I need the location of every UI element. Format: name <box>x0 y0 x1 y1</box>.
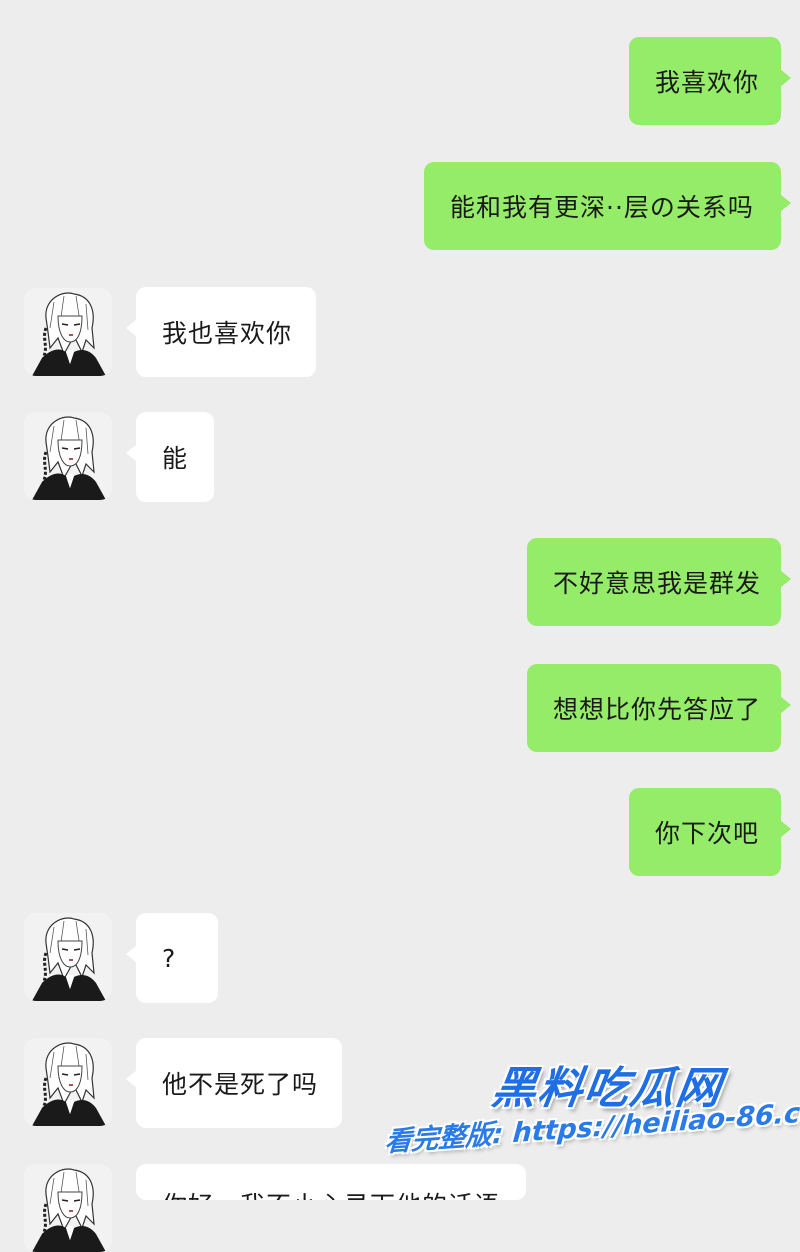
outgoing-message[interactable]: 我喜欢你 <box>629 37 791 125</box>
message-text: 能 <box>162 444 189 473</box>
contact-avatar[interactable] <box>24 1164 112 1252</box>
message-text: 我也喜欢你 <box>162 319 293 348</box>
anime-avatar-icon <box>24 913 112 1001</box>
outgoing-message[interactable]: 不好意思我是群发 <box>527 538 791 626</box>
contact-avatar[interactable] <box>24 412 112 500</box>
outgoing-message[interactable]: 能和我有更深··层の关系吗 <box>424 162 791 250</box>
contact-avatar[interactable] <box>24 288 112 376</box>
incoming-message[interactable]: 能 <box>126 412 214 502</box>
outgoing-message[interactable]: 想想比你先答应了 <box>527 664 791 752</box>
message-text: 他不是死了吗 <box>162 1070 319 1099</box>
anime-avatar-icon <box>24 1038 112 1126</box>
outgoing-message[interactable]: 你下次吧 <box>629 788 791 876</box>
message-text: ? <box>162 943 177 973</box>
anime-avatar-icon <box>24 1164 112 1252</box>
anime-avatar-icon <box>24 412 112 500</box>
message-text: 我喜欢你 <box>655 68 760 97</box>
chat-view: 我喜欢你 能和我有更深··层の关系吗 我也喜欢你 能 不好意思我是群发 想想比你… <box>0 0 800 1252</box>
message-text: 不好意思我是群发 <box>553 569 762 598</box>
message-text: 你下次吧 <box>655 819 760 848</box>
site-watermark: 黑料吃瓜网 看完整版: https://heiliao-86.com <box>384 1050 800 1180</box>
message-text: 能和我有更深··层の关系吗 <box>450 193 754 222</box>
message-text: 想想比你先答应了 <box>553 695 762 724</box>
incoming-message[interactable]: ? <box>126 913 218 1003</box>
incoming-message[interactable]: 我也喜欢你 <box>126 287 316 377</box>
anime-avatar-icon <box>24 288 112 376</box>
contact-avatar[interactable] <box>24 1038 112 1126</box>
message-text: 你好，我不小心录下他的话语 <box>162 1186 500 1200</box>
contact-avatar[interactable] <box>24 913 112 1001</box>
incoming-message[interactable]: 他不是死了吗 <box>126 1038 342 1128</box>
